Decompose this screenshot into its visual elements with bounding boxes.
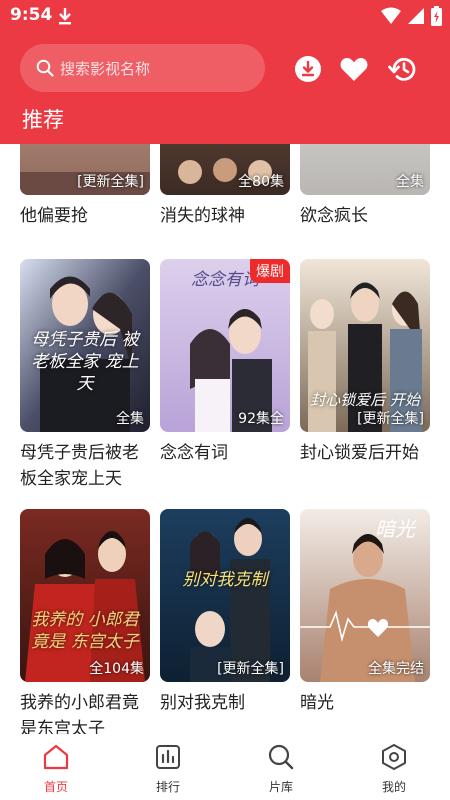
- drama-title: 我养的小郎君竟是东宫太子: [20, 693, 139, 734]
- heart-icon: [340, 58, 368, 81]
- poster-title-art: 母凭子贵后 被老板全家 宠上天: [31, 330, 139, 394]
- drama-title: 封心锁爱后开始: [300, 443, 419, 463]
- episode-label: 全集完结: [368, 661, 424, 677]
- episode-label: 全集: [396, 174, 424, 190]
- nav-tab-home[interactable]: 首页: [16, 742, 96, 798]
- drama-poster: 我养的 小郎君竟是 东宫太子 全104集: [20, 509, 150, 682]
- nav-tab-profile[interactable]: 我的: [354, 742, 434, 798]
- drama-card[interactable]: 念念有词 爆剧 92集全 念念有词: [160, 259, 290, 466]
- drama-card[interactable]: 我养的 小郎君竟是 东宫太子 全104集 我养的小郎君竟是东宫太子: [20, 509, 150, 734]
- drama-poster: 念念有词 爆剧 92集全: [160, 259, 290, 432]
- status-bar: 9:54: [0, 0, 450, 32]
- page-title: 推荐: [22, 108, 64, 132]
- drama-card[interactable]: 别对我克制 [更新全集] 别对我克制: [160, 509, 290, 716]
- episode-label: 全104集: [89, 661, 144, 677]
- nav-label: 首页: [43, 780, 68, 794]
- episode-label: 全集: [116, 411, 144, 427]
- drama-card[interactable]: 母凭子贵后 被老板全家 宠上天 全集 母凭子贵后被老板全家宠上天: [20, 259, 150, 492]
- drama-card[interactable]: [更新全集] 他偏要抢: [20, 144, 150, 229]
- drama-card[interactable]: 暗光 全集完结 暗光: [300, 509, 430, 716]
- episode-label: 92集全: [238, 411, 284, 427]
- drama-poster: 全80集: [160, 144, 290, 195]
- battery-icon: [431, 6, 442, 26]
- search-icon: [36, 59, 54, 77]
- drama-card[interactable]: 封心锁爱后 开始 [更新全集] 封心锁爱后开始: [300, 259, 430, 466]
- drama-title: 念念有词: [160, 443, 228, 463]
- signal-icon: [408, 8, 424, 24]
- history-button[interactable]: [387, 54, 417, 84]
- drama-title: 别对我克制: [160, 693, 245, 713]
- favorites-button[interactable]: [339, 54, 369, 84]
- drama-poster: 暗光 全集完结: [300, 509, 430, 682]
- episode-label: 全80集: [238, 174, 284, 190]
- download-icon: [295, 56, 321, 82]
- app-header: 9:54 搜索影视名称 推荐: [0, 0, 450, 144]
- nav-label: 片库: [268, 780, 293, 794]
- download-button[interactable]: [293, 54, 323, 84]
- status-time: 9:54: [10, 5, 53, 25]
- poster-title-art: 我养的 小郎君竟是 东宫太子: [31, 610, 139, 652]
- drama-poster: 全集: [300, 144, 430, 195]
- drama-title: 欲念疯长: [300, 206, 368, 226]
- bottom-navigation: 首页 排行 片库 我的: [0, 734, 450, 800]
- drama-card[interactable]: 全集 欲念疯长: [300, 144, 430, 229]
- poster-title-art: 暗光: [375, 517, 415, 541]
- drama-title: 他偏要抢: [20, 206, 88, 226]
- drama-card[interactable]: 全80集 消失的球神: [160, 144, 290, 229]
- episode-label: [更新全集]: [217, 661, 284, 677]
- profile-icon: [382, 744, 406, 770]
- episode-label: [更新全集]: [357, 411, 424, 427]
- drama-poster: [更新全集]: [20, 144, 150, 195]
- home-icon: [43, 744, 69, 770]
- search-input[interactable]: 搜索影视名称: [20, 44, 265, 92]
- poster-title-art: 别对我克制: [182, 570, 268, 590]
- episode-label: [更新全集]: [77, 174, 144, 190]
- drama-title: 消失的球神: [160, 206, 245, 226]
- history-icon: [388, 57, 416, 81]
- nav-tab-library[interactable]: 片库: [241, 742, 321, 798]
- drama-poster: 封心锁爱后 开始 [更新全集]: [300, 259, 430, 432]
- search-placeholder: 搜索影视名称: [60, 59, 151, 78]
- nav-label: 排行: [155, 780, 180, 794]
- nav-tab-ranking[interactable]: 排行: [128, 742, 208, 798]
- nav-label: 我的: [381, 780, 406, 794]
- hot-badge: 爆剧: [250, 259, 290, 283]
- search-icon: [268, 744, 294, 770]
- ranking-icon: [156, 745, 180, 769]
- drama-title: 暗光: [300, 693, 334, 713]
- drama-title: 母凭子贵后被老板全家宠上天: [20, 443, 139, 489]
- drama-poster: 母凭子贵后 被老板全家 宠上天 全集: [20, 259, 150, 432]
- drama-grid: [更新全集] 他偏要抢 全80集 消失的球神 全集 欲念疯长 母凭子贵后 被老板…: [0, 144, 450, 734]
- download-notification-icon: [59, 8, 71, 25]
- drama-poster: 别对我克制 [更新全集]: [160, 509, 290, 682]
- wifi-icon: [381, 7, 401, 24]
